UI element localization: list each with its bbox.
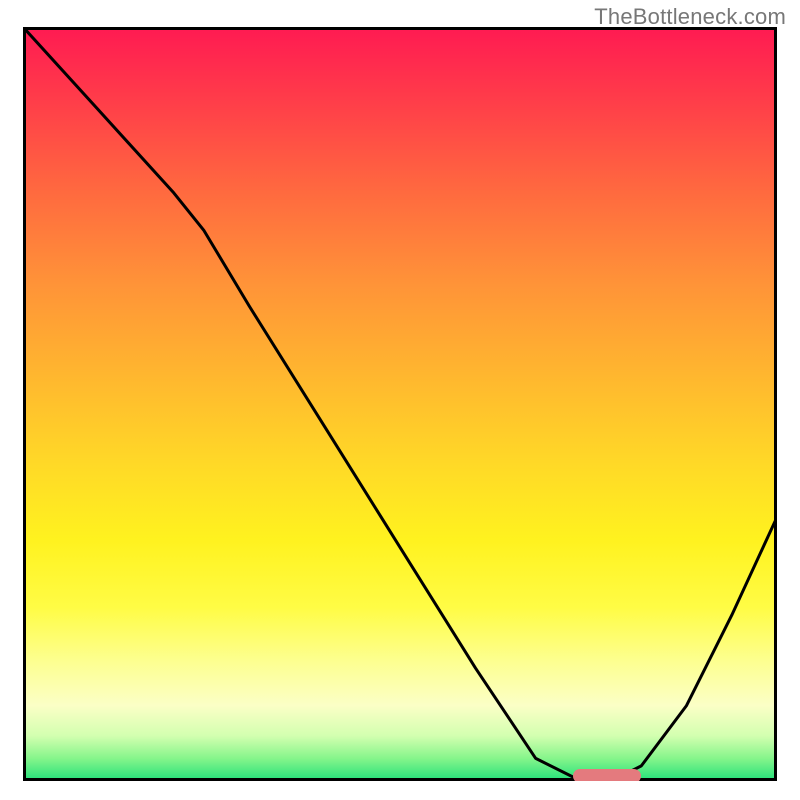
optimal-marker — [573, 769, 641, 781]
bottleneck-heat-gradient — [23, 27, 777, 781]
watermark-text: TheBottleneck.com — [594, 4, 786, 30]
chart-plot-area — [23, 27, 777, 781]
